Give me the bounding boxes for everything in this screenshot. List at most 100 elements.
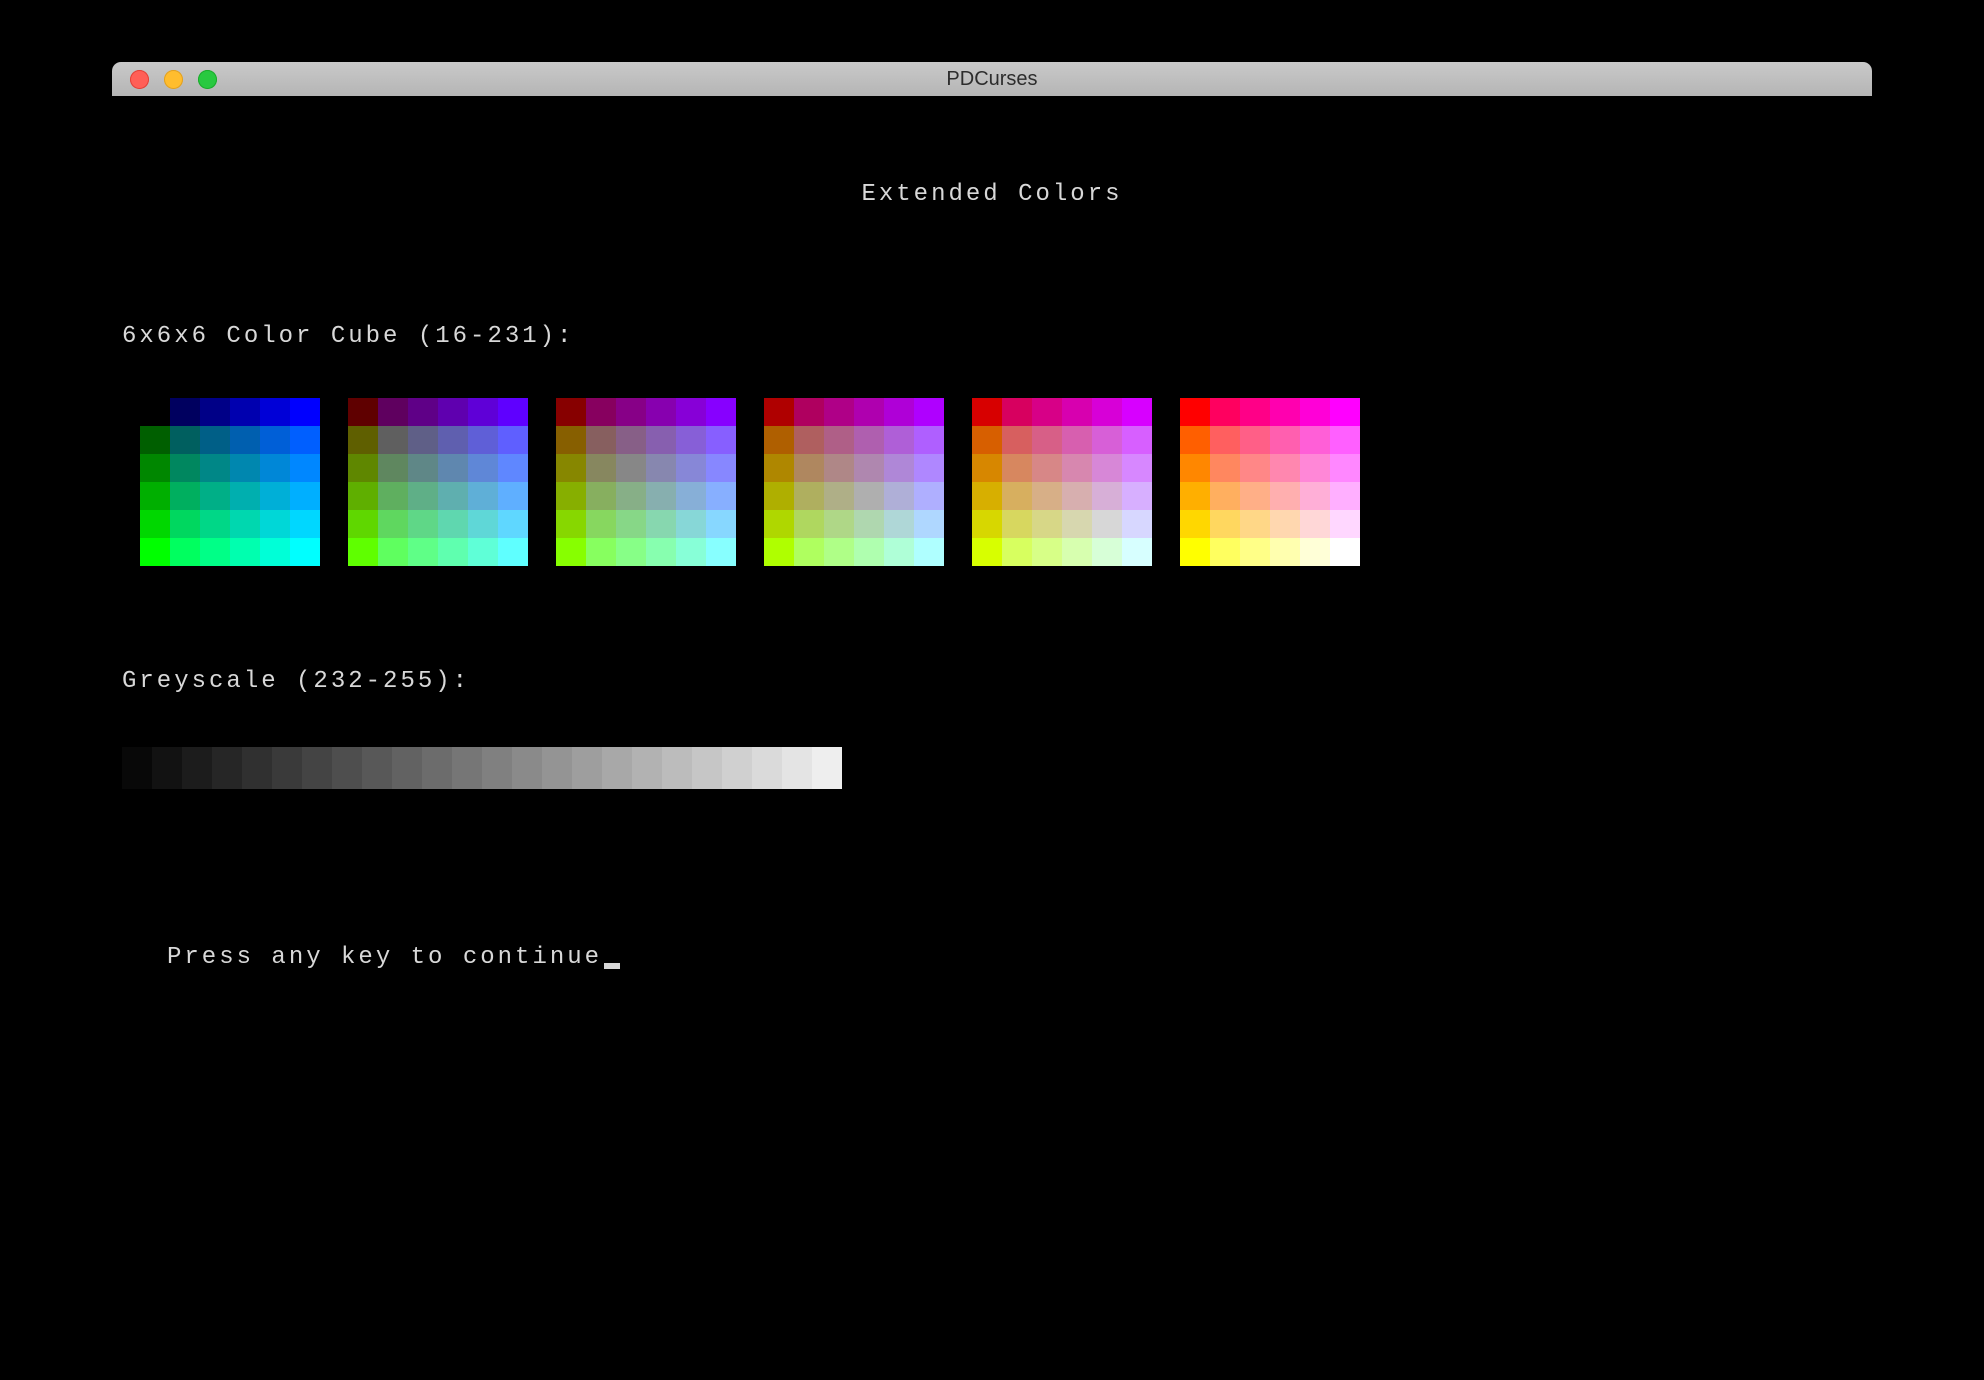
grey-swatch <box>452 747 482 789</box>
swatch <box>1092 454 1122 482</box>
swatch <box>348 482 378 510</box>
swatch <box>378 538 408 566</box>
swatch <box>290 398 320 426</box>
swatch <box>1330 538 1360 566</box>
grey-swatch <box>812 747 842 789</box>
swatch <box>1240 398 1270 426</box>
swatch <box>200 510 230 538</box>
swatch <box>1300 426 1330 454</box>
swatch <box>140 398 170 426</box>
cursor-icon <box>604 963 620 969</box>
swatch <box>764 398 794 426</box>
swatch <box>764 454 794 482</box>
color-cube-row <box>972 454 1152 482</box>
terminal-content[interactable]: Extended Colors 6x6x6 Color Cube (16-231… <box>112 181 1872 971</box>
color-cube-row <box>764 426 944 454</box>
swatch <box>1210 482 1240 510</box>
swatch <box>586 482 616 510</box>
grey-swatch <box>692 747 722 789</box>
swatch <box>498 454 528 482</box>
swatch <box>1032 398 1062 426</box>
color-cube-panel <box>764 398 944 566</box>
swatch <box>468 426 498 454</box>
color-cube-swatches <box>140 398 1872 566</box>
swatch <box>764 482 794 510</box>
swatch <box>972 398 1002 426</box>
swatch <box>260 538 290 566</box>
swatch <box>378 426 408 454</box>
swatch <box>260 398 290 426</box>
swatch <box>824 482 854 510</box>
color-cube-row <box>972 398 1152 426</box>
swatch <box>1270 510 1300 538</box>
app-window: PDCurses Extended Colors 6x6x6 Color Cub… <box>112 62 1872 971</box>
swatch <box>854 454 884 482</box>
color-cube-row <box>556 510 736 538</box>
swatch <box>706 482 736 510</box>
swatch <box>884 538 914 566</box>
swatch <box>408 398 438 426</box>
titlebar[interactable]: PDCurses <box>112 62 1872 96</box>
swatch <box>914 398 944 426</box>
swatch <box>1122 510 1152 538</box>
swatch <box>230 398 260 426</box>
color-cube-row <box>972 510 1152 538</box>
swatch <box>200 454 230 482</box>
swatch <box>1032 482 1062 510</box>
swatch <box>1122 398 1152 426</box>
grey-swatch <box>632 747 662 789</box>
swatch <box>408 510 438 538</box>
swatch <box>884 426 914 454</box>
swatch <box>1240 454 1270 482</box>
continue-prompt: Press any key to continue <box>167 944 1872 971</box>
swatch <box>884 510 914 538</box>
swatch <box>200 426 230 454</box>
swatch <box>1180 482 1210 510</box>
color-cube-row <box>556 426 736 454</box>
swatch <box>348 454 378 482</box>
color-cube-row <box>556 454 736 482</box>
swatch <box>1210 538 1240 566</box>
swatch <box>170 398 200 426</box>
swatch <box>616 398 646 426</box>
close-icon[interactable] <box>130 70 149 89</box>
grey-swatch <box>392 747 422 789</box>
swatch <box>378 510 408 538</box>
swatch <box>646 454 676 482</box>
greyscale-swatches <box>122 747 1872 789</box>
swatch <box>438 538 468 566</box>
swatch <box>498 426 528 454</box>
swatch <box>1300 398 1330 426</box>
swatch <box>794 426 824 454</box>
swatch <box>556 510 586 538</box>
swatch <box>468 510 498 538</box>
swatch <box>676 454 706 482</box>
swatch <box>794 482 824 510</box>
window-title: PDCurses <box>112 68 1872 91</box>
swatch <box>1210 454 1240 482</box>
swatch <box>170 538 200 566</box>
grey-swatch <box>722 747 752 789</box>
swatch <box>170 482 200 510</box>
swatch <box>140 482 170 510</box>
color-cube-row <box>140 454 320 482</box>
swatch <box>1002 482 1032 510</box>
color-cube-panel <box>348 398 528 566</box>
greyscale-label: Greyscale (232-255): <box>122 668 1872 695</box>
minimize-icon[interactable] <box>164 70 183 89</box>
swatch <box>972 538 1002 566</box>
swatch <box>676 510 706 538</box>
color-cube-row <box>972 482 1152 510</box>
swatch <box>260 510 290 538</box>
zoom-icon[interactable] <box>198 70 217 89</box>
swatch <box>914 510 944 538</box>
swatch <box>498 538 528 566</box>
swatch <box>586 510 616 538</box>
swatch <box>260 426 290 454</box>
swatch <box>1180 510 1210 538</box>
swatch <box>676 482 706 510</box>
swatch <box>1062 538 1092 566</box>
color-cube-row <box>140 426 320 454</box>
swatch <box>1092 510 1122 538</box>
color-cube-row <box>348 482 528 510</box>
